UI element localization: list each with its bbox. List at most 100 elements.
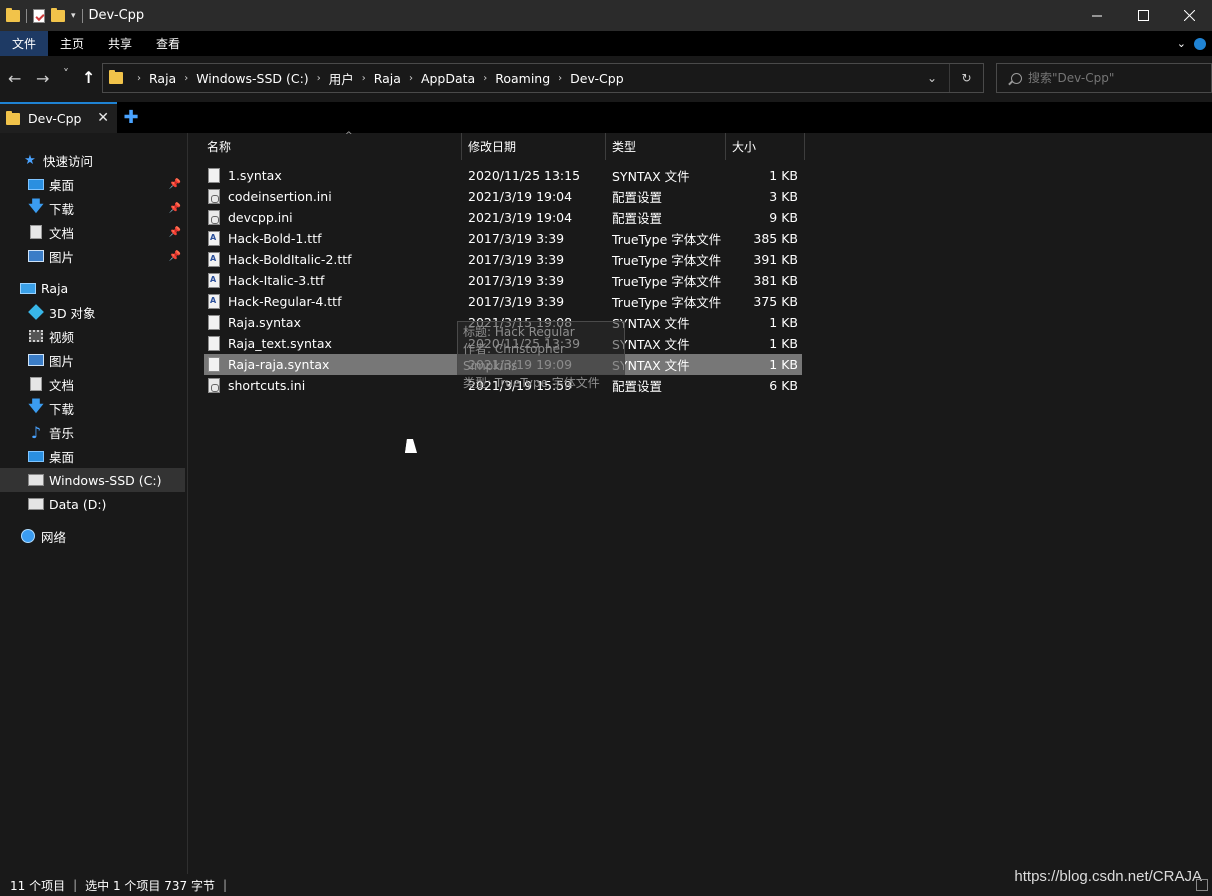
- help-icon[interactable]: [1194, 37, 1206, 50]
- file-type: TrueType 字体文件: [612, 295, 722, 310]
- recent-locations-chevron-icon[interactable]: ˅: [63, 67, 69, 81]
- breadcrumb-item[interactable]: Raja: [374, 71, 401, 86]
- selection-info: 选中 1 个项目 737 字节: [85, 878, 215, 893]
- sidebar-item-network[interactable]: 网络: [0, 524, 185, 548]
- search-box[interactable]: [996, 63, 1212, 93]
- column-header-label: 大小: [732, 140, 757, 154]
- maximize-button[interactable]: [1120, 0, 1166, 31]
- sidebar-item-pictures-pinned[interactable]: 图片 📌: [0, 244, 185, 268]
- sidebar-item-drive-d[interactable]: Data (D:): [0, 492, 185, 516]
- sidebar-item-drive-c[interactable]: Windows-SSD (C:): [0, 468, 185, 492]
- file-row[interactable]: codeinsertion.ini 2021/3/19 19:04 配置设置 3 KB: [204, 186, 802, 207]
- search-input[interactable]: [1028, 71, 1198, 85]
- back-arrow-icon[interactable]: ←: [8, 69, 21, 88]
- sidebar-item-label: 桌面: [49, 449, 75, 465]
- column-header-size[interactable]: 大小: [732, 133, 802, 160]
- file-row[interactable]: 1.syntax 2020/11/25 13:15 SYNTAX 文件 1 KB: [204, 165, 802, 186]
- sidebar-item-documents[interactable]: 文档: [0, 372, 185, 396]
- breadcrumb-item[interactable]: AppData: [421, 71, 475, 86]
- column-header-type[interactable]: 类型: [612, 133, 724, 160]
- sidebar-item-desktop[interactable]: 桌面: [0, 444, 185, 468]
- pin-icon[interactable]: 📌: [169, 203, 181, 214]
- customize-toolbar-chevron-icon[interactable]: ▾: [71, 11, 76, 21]
- folder-icon: [109, 70, 123, 84]
- drive-icon: [28, 474, 44, 486]
- expand-ribbon-chevron-icon[interactable]: ⌄: [1177, 37, 1186, 50]
- pin-icon[interactable]: 📌: [169, 179, 181, 190]
- close-button[interactable]: [1166, 0, 1212, 31]
- chevron-right-icon[interactable]: ›: [483, 73, 487, 84]
- tab-share[interactable]: 共享: [96, 31, 144, 56]
- properties-icon[interactable]: [33, 8, 45, 23]
- column-divider[interactable]: [804, 133, 805, 160]
- details-view-icon[interactable]: [1196, 879, 1208, 891]
- breadcrumb-item[interactable]: Windows-SSD (C:): [196, 71, 308, 86]
- sidebar-item-this-pc[interactable]: Raja: [0, 276, 185, 300]
- watermark: https://blog.csdn.net/CRAJA: [1014, 868, 1202, 885]
- sidebar-item-quick-access[interactable]: ★ 快速访问: [0, 148, 185, 172]
- pin-icon[interactable]: 📌: [169, 251, 181, 262]
- pictures-icon: [28, 354, 44, 366]
- forward-arrow-icon[interactable]: →: [36, 69, 49, 88]
- document-icon: [30, 377, 42, 391]
- file-name: codeinsertion.ini: [228, 189, 332, 204]
- chevron-right-icon[interactable]: ›: [184, 73, 188, 84]
- sidebar-item-desktop-pinned[interactable]: 桌面 📌: [0, 172, 185, 196]
- address-history-chevron-icon[interactable]: ⌄: [915, 64, 949, 92]
- breadcrumb-item[interactable]: Raja: [149, 71, 176, 86]
- maximize-icon: [1137, 10, 1149, 21]
- sidebar-item-label: Raja: [41, 280, 69, 296]
- pin-icon[interactable]: 📌: [169, 227, 181, 238]
- folder-tab[interactable]: Dev-Cpp ✕: [0, 102, 117, 133]
- sidebar-item-music[interactable]: ♪ 音乐: [0, 420, 185, 444]
- tooltip-line: 标题: Hack Regular: [463, 325, 575, 339]
- chevron-right-icon[interactable]: ›: [362, 73, 366, 84]
- sidebar-item-pictures[interactable]: 图片: [0, 348, 185, 372]
- tab-home[interactable]: 主页: [48, 31, 96, 56]
- tab-view[interactable]: 查看: [144, 31, 192, 56]
- file-row[interactable]: Hack-BoldItalic-2.ttf 2017/3/19 3:39 TrueT…: [204, 249, 802, 270]
- sidebar-item-downloads-pinned[interactable]: 🡇 下载 📌: [0, 196, 185, 220]
- file-size: 1 KB: [769, 336, 798, 351]
- sort-ascending-icon: ^: [345, 131, 353, 141]
- refresh-icon[interactable]: ↻: [949, 64, 983, 92]
- file-name: shortcuts.ini: [228, 378, 306, 393]
- file-list-pane: 名称 ^ 修改日期 类型 大小 1.syntax 2020/11/25 13:15…: [189, 131, 1212, 874]
- file-row[interactable]: Hack-Regular-4.ttf 2017/3/19 3:39 TrueType…: [204, 291, 802, 312]
- file-size: 375 KB: [753, 294, 798, 309]
- sidebar-item-label: Data (D:): [49, 496, 107, 512]
- sidebar-item-videos[interactable]: 视频: [0, 324, 185, 348]
- desktop-icon: [28, 178, 44, 190]
- new-folder-icon[interactable]: [51, 7, 65, 22]
- breadcrumb-item[interactable]: Roaming: [495, 71, 550, 86]
- up-arrow-icon[interactable]: ↑: [82, 68, 95, 87]
- chevron-right-icon[interactable]: ›: [137, 73, 141, 84]
- chevron-right-icon[interactable]: ›: [409, 73, 413, 84]
- minimize-button[interactable]: [1074, 0, 1120, 31]
- breadcrumb-item[interactable]: 用户: [329, 69, 354, 88]
- column-divider[interactable]: [725, 133, 726, 160]
- close-tab-icon[interactable]: ✕: [97, 110, 109, 126]
- address-bar[interactable]: › Raja › Windows-SSD (C:) › 用户 › Raja › …: [102, 63, 984, 93]
- file-size: 9 KB: [769, 210, 798, 225]
- sidebar-item-downloads[interactable]: 🡇 下载: [0, 396, 185, 420]
- column-header-name[interactable]: 名称 ^: [207, 131, 457, 160]
- new-tab-plus-icon[interactable]: ✚: [117, 102, 145, 133]
- sidebar-item-3d-objects[interactable]: 3D 对象: [0, 300, 185, 324]
- column-divider[interactable]: [605, 133, 606, 160]
- column-header-date[interactable]: 修改日期: [468, 133, 606, 160]
- breadcrumb-item[interactable]: Dev-Cpp: [570, 71, 624, 86]
- tab-file[interactable]: 文件: [0, 31, 49, 56]
- file-row[interactable]: Hack-Italic-3.ttf 2017/3/19 3:39 TrueType …: [204, 270, 802, 291]
- column-divider[interactable]: [461, 133, 462, 160]
- file-type: SYNTAX 文件: [612, 169, 690, 184]
- chevron-right-icon[interactable]: ›: [558, 73, 562, 84]
- file-type: 配置设置: [612, 190, 663, 205]
- folder-icon: [6, 7, 20, 22]
- file-icon: [208, 315, 220, 330]
- file-row[interactable]: devcpp.ini 2021/3/19 19:04 配置设置 9 KB: [204, 207, 802, 228]
- chevron-right-icon[interactable]: ›: [317, 73, 321, 84]
- file-row[interactable]: Hack-Bold-1.ttf 2017/3/19 3:39 TrueType 字体…: [204, 228, 802, 249]
- sidebar-item-label: 桌面: [49, 177, 75, 193]
- sidebar-item-documents-pinned[interactable]: 文档 📌: [0, 220, 185, 244]
